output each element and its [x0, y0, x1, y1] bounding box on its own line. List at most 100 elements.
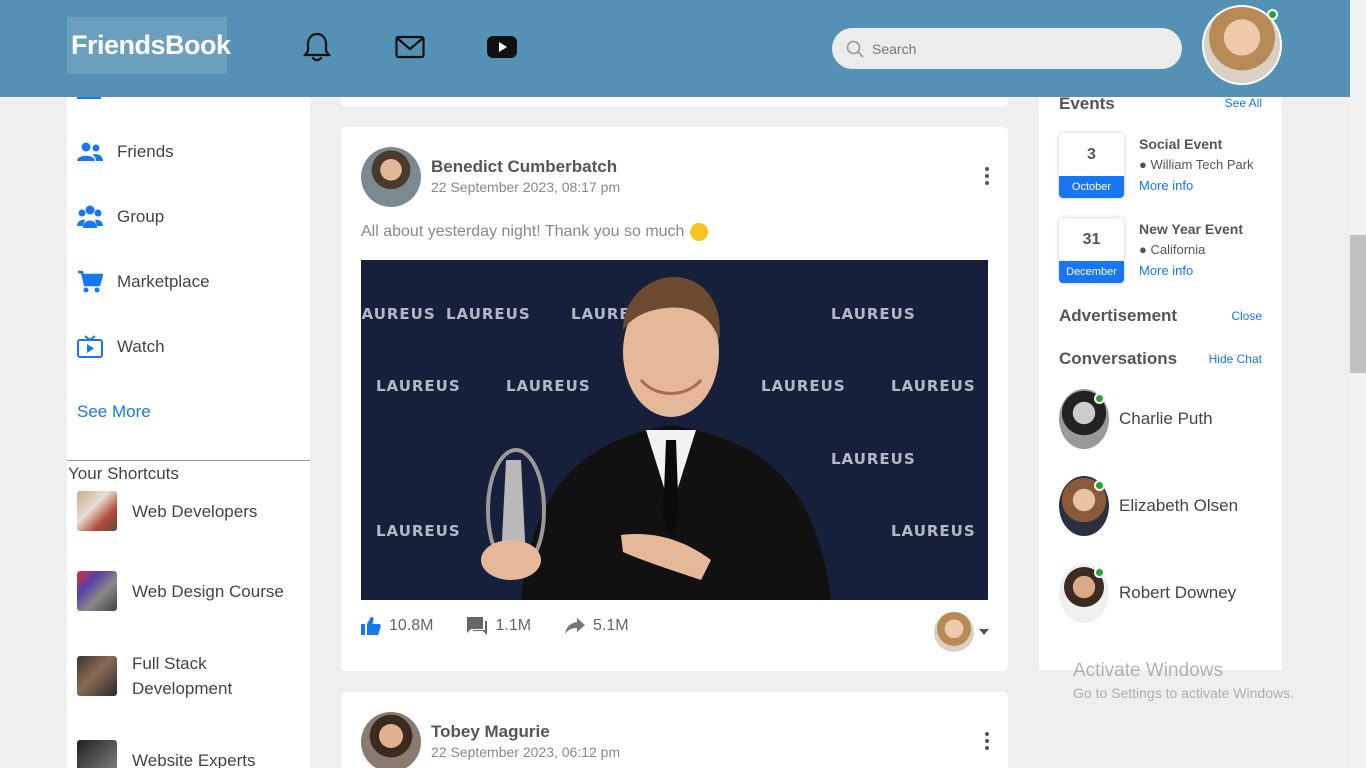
chat-avatar	[1059, 476, 1109, 536]
like-button[interactable]: 10.8M	[361, 617, 433, 635]
chat-name: Charlie Puth	[1119, 409, 1213, 428]
shortcut-label: Web Developers	[132, 501, 258, 521]
post-text-content: All about yesterday night! Thank you so …	[361, 223, 685, 240]
event-location-text: California	[1150, 242, 1206, 257]
event-more-info-link[interactable]: More info	[1139, 263, 1193, 278]
event-date-badge: 31 December	[1059, 218, 1124, 283]
cart-icon	[77, 269, 103, 295]
post-text: All about yesterday night! Thank you so …	[361, 223, 709, 241]
search-input[interactable]	[872, 40, 1152, 57]
divider	[67, 460, 310, 461]
chat-name: Elizabeth Olsen	[1119, 496, 1239, 515]
search-bar	[832, 28, 1182, 69]
sidebar-item-watch[interactable]: Watch	[77, 332, 165, 362]
shortcut-thumbnail	[77, 740, 117, 768]
post-author-name[interactable]: Tobey Magurie	[431, 722, 550, 742]
top-navbar: FriendsBook	[0, 0, 1350, 97]
event-location: ● California	[1139, 242, 1205, 257]
person-figure	[481, 276, 831, 600]
like-count: 10.8M	[389, 617, 434, 634]
post-author-avatar[interactable]	[361, 147, 421, 207]
scrollbar-track[interactable]	[1350, 0, 1366, 768]
online-status-dot	[1267, 9, 1278, 20]
events-title: Events	[1059, 94, 1115, 113]
post-card: Tobey Magurie 22 September 2023, 06:12 p…	[341, 692, 1008, 768]
user-avatar[interactable]	[934, 612, 974, 652]
like-icon	[361, 617, 381, 635]
post-author-name[interactable]: Benedict Cumberbatch	[431, 157, 617, 177]
shortcut-thumbnail	[77, 656, 117, 696]
event-more-info-link[interactable]: More info	[1139, 178, 1193, 193]
activate-windows-watermark: Activate Windows	[1073, 660, 1223, 681]
sidebar-item-group[interactable]: Group	[77, 202, 164, 232]
group-icon	[77, 204, 103, 230]
post-stats: 10.8M 1.1M 5.1M	[361, 617, 663, 635]
post-image[interactable]: LAUREUS LAUREUS LAUREUS LAUREUS LAUREUS …	[361, 260, 988, 600]
map-marker-icon: ●	[1139, 157, 1147, 172]
post-options-icon[interactable]	[981, 732, 993, 750]
post-date: 22 September 2023, 06:12 pm	[431, 744, 621, 760]
logo[interactable]: FriendsBook	[67, 17, 231, 74]
shortcuts-title: Your Shortcuts	[68, 464, 179, 483]
comment-icon	[467, 617, 488, 635]
chat-avatar	[1059, 389, 1109, 449]
chat-name: Robert Downey	[1119, 583, 1237, 602]
right-sidebar: Events See All 3 October Social Event ● …	[1039, 0, 1282, 670]
close-ad-link[interactable]: Close	[1231, 309, 1262, 323]
post-date: 22 September 2023, 08:17 pm	[431, 179, 621, 195]
scrollbar-thumb[interactable]	[1350, 235, 1366, 373]
hide-chat-link[interactable]: Hide Chat	[1209, 352, 1262, 366]
event-month: October	[1059, 176, 1124, 198]
event-location-text: William Tech Park	[1150, 157, 1254, 172]
comment-count: 1.1M	[495, 617, 532, 634]
event-title: Social Event	[1139, 136, 1223, 152]
event-day: 3	[1087, 146, 1096, 163]
sidebar-item-label: Group	[117, 207, 165, 226]
event-date-badge: 3 October	[1059, 133, 1124, 198]
event-month: December	[1059, 261, 1124, 283]
online-status-dot	[1094, 480, 1105, 491]
shortcut-label: Web Design Course	[132, 581, 284, 601]
advertisement-title: Advertisement	[1059, 306, 1178, 325]
event-title: New Year Event	[1139, 221, 1244, 237]
online-status-dot	[1094, 393, 1105, 404]
shortcut-web-developers[interactable]: Web Developers	[77, 491, 292, 531]
chat-item[interactable]: Charlie Puth	[1059, 389, 1213, 449]
youtube-icon[interactable]	[487, 32, 517, 62]
post-options-icon[interactable]	[981, 167, 993, 185]
chat-avatar	[1059, 563, 1109, 623]
shortcut-web-design-course[interactable]: Web Design Course	[77, 571, 292, 611]
share-icon	[565, 618, 586, 634]
envelope-icon[interactable]	[395, 32, 425, 62]
watch-icon	[77, 334, 103, 360]
post-card: Benedict Cumberbatch 22 September 2023, …	[341, 127, 1008, 671]
smile-emoji-icon	[690, 223, 709, 241]
sidebar-item-marketplace[interactable]: Marketplace	[77, 267, 210, 297]
conversations-title: Conversations	[1059, 349, 1178, 368]
left-sidebar: Friends Group Marketplace Watch See More…	[67, 0, 310, 768]
shortcut-label: Website Experts	[132, 750, 256, 768]
see-all-link[interactable]: See All	[1225, 96, 1262, 110]
event-day: 31	[1082, 231, 1101, 248]
comment-button[interactable]: 1.1M	[467, 617, 531, 635]
sidebar-item-label: Friends	[117, 142, 174, 161]
sidebar-item-friends[interactable]: Friends	[77, 137, 174, 167]
share-count: 5.1M	[593, 617, 629, 634]
bell-icon[interactable]	[302, 32, 332, 62]
chat-item[interactable]: Robert Downey	[1059, 563, 1236, 623]
shortcut-full-stack-development[interactable]: Full Stack Development	[77, 651, 292, 701]
post-author-avatar[interactable]	[361, 712, 421, 768]
sidebar-item-label: Marketplace	[117, 272, 210, 291]
friends-icon	[77, 139, 103, 165]
shortcut-label: Full Stack Development	[132, 654, 233, 698]
see-more-link[interactable]: See More	[77, 402, 151, 422]
chevron-down-icon[interactable]	[979, 629, 989, 635]
menu-item-partial-icon	[77, 97, 101, 99]
activate-windows-subtext: Go to Settings to activate Windows.	[1073, 685, 1294, 701]
share-button[interactable]: 5.1M	[565, 617, 629, 635]
shortcut-thumbnail	[77, 571, 117, 611]
shortcut-website-experts[interactable]: Website Experts	[77, 740, 292, 768]
shortcut-thumbnail	[77, 491, 117, 531]
chat-item[interactable]: Elizabeth Olsen	[1059, 476, 1238, 536]
sidebar-item-label: Watch	[117, 337, 165, 356]
